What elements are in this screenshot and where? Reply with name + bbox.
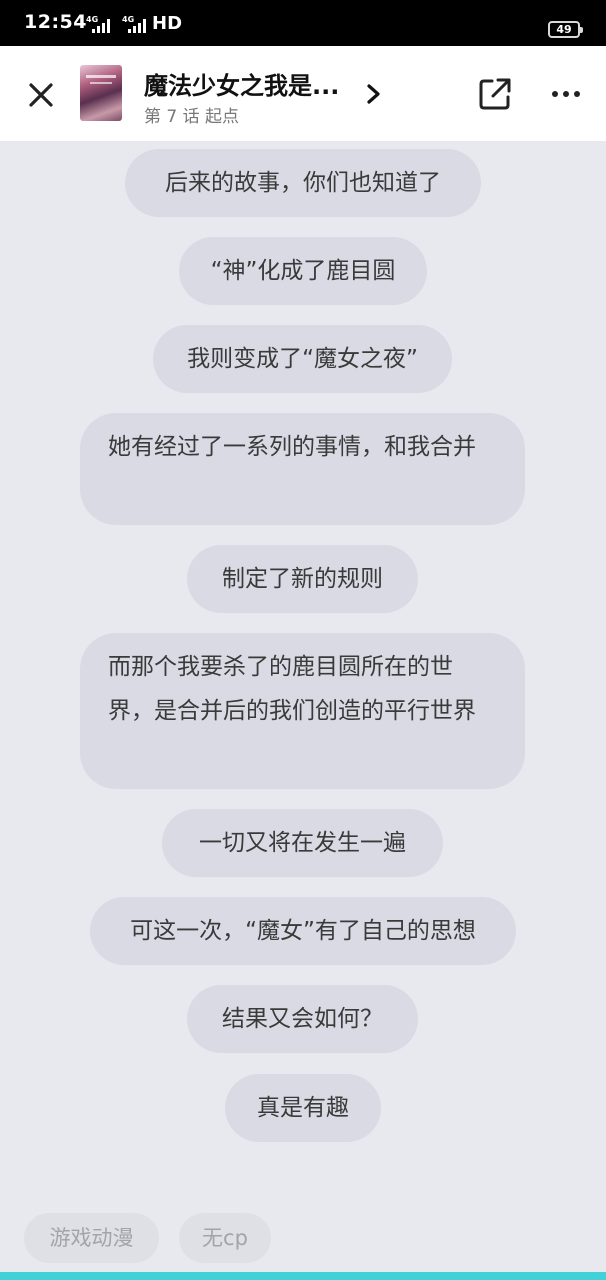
- story-message: “神”化成了鹿目圆: [179, 237, 427, 305]
- story-message: 制定了新的规则: [187, 545, 418, 613]
- book-cover-thumbnail[interactable]: [80, 65, 122, 121]
- story-message: 结果又会如何？: [187, 985, 418, 1053]
- hd-label: HD: [152, 13, 183, 34]
- chapter-header: 魔法少女之我是... 第 7 话 起点: [0, 46, 606, 141]
- battery-icon: 49: [548, 21, 583, 38]
- story-message: 可这一次，“魔女”有了自己的思想: [90, 897, 516, 965]
- share-icon: [479, 78, 511, 110]
- story-message: 真是有趣: [225, 1074, 381, 1142]
- signal-icon: [128, 19, 146, 33]
- tag-chip[interactable]: 游戏动漫: [24, 1213, 159, 1263]
- close-icon: [29, 83, 53, 107]
- more-options-button[interactable]: [548, 84, 584, 104]
- more-icon: [552, 91, 580, 97]
- chapter-subtitle: 第 7 话 起点: [144, 107, 240, 127]
- status-bar: 12:54 4G 4G HD 49: [0, 0, 606, 46]
- status-time: 12:54: [24, 11, 87, 33]
- share-button[interactable]: [477, 76, 513, 112]
- story-message: 而那个我要杀了的鹿目圆所在的世界，是合并后的我们创造的平行世界: [80, 633, 525, 789]
- story-message: 一切又将在发生一遍: [162, 809, 443, 877]
- bottom-accent-bar: [0, 1272, 606, 1280]
- chevron-right-icon: [367, 84, 380, 104]
- story-message: 后来的故事，你们也知道了: [125, 149, 481, 217]
- book-detail-button[interactable]: [364, 82, 384, 106]
- tag-chip[interactable]: 无cp: [179, 1213, 271, 1263]
- close-button[interactable]: [24, 78, 58, 112]
- signal-icon: [92, 19, 110, 33]
- book-title[interactable]: 魔法少女之我是...: [144, 66, 339, 101]
- story-message: 我则变成了“魔女之夜”: [153, 325, 452, 393]
- story-message: 她有经过了一系列的事情，和我合并: [80, 413, 525, 525]
